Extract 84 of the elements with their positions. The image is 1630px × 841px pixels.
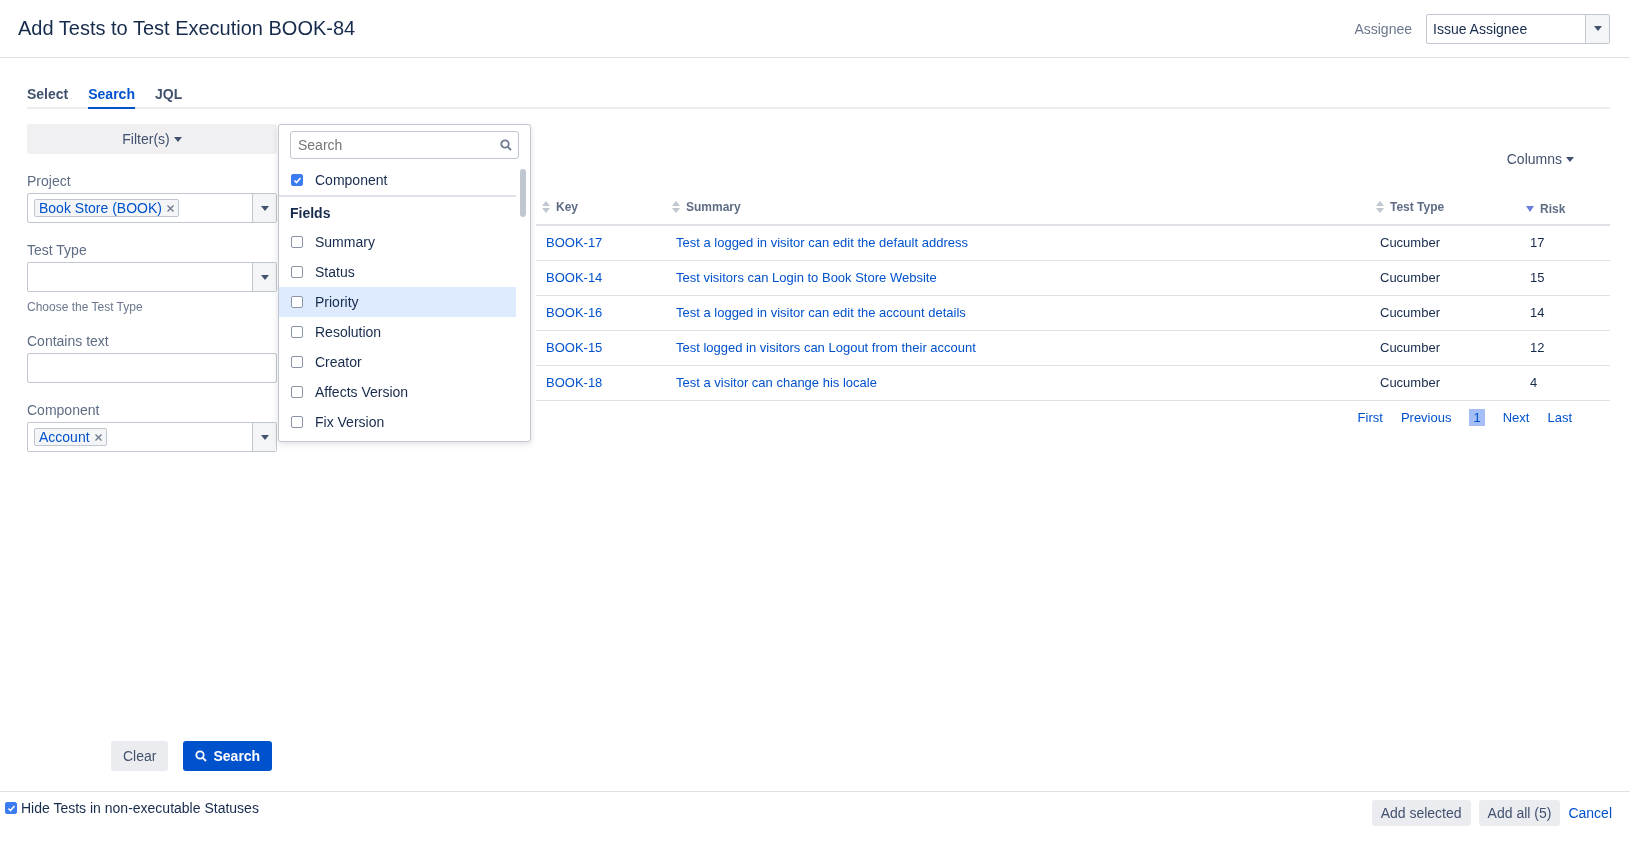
table-cell: Cucumber [1380,305,1440,320]
last-page-link[interactable]: Last [1547,409,1572,425]
checkbox[interactable] [291,174,303,186]
cancel-link[interactable]: Cancel [1568,805,1612,821]
table-cell: 15 [1530,270,1545,285]
next-page-link[interactable]: Next [1502,409,1530,425]
column-header[interactable]: Summary [666,192,1370,225]
assignee-label: Assignee [1354,20,1412,37]
issue-key-link[interactable]: BOOK-16 [546,305,603,320]
menu-item[interactable]: Creator [279,347,516,377]
search-field[interactable]: Search [290,131,519,159]
table-cell: Cucumber [1380,235,1440,251]
caret-icon [173,136,182,142]
table-cell: Cucumber [1380,375,1440,390]
table-cell: 4 [1530,375,1538,390]
hide-tests-checkbox[interactable]: Hide Tests in non-executable Statuses [5,800,259,816]
dialog-title: Add Tests to Test Execution BOOK-84 [18,17,356,40]
remove-icon[interactable] [94,433,102,441]
field-label: Component [27,402,101,418]
checkbox[interactable] [291,386,303,398]
columns-button[interactable]: Columns [1500,150,1580,168]
summary-link[interactable]: Test logged in visitors can Logout from their account [676,340,976,355]
checkbox[interactable] [291,266,303,278]
assignee-select[interactable]: Issue Assignee [1426,13,1610,44]
menu-item[interactable]: Summary [279,227,516,257]
summary-link[interactable]: Test a logged in visitor can edit the account details [676,305,966,320]
menu-item[interactable]: Component [279,165,516,195]
tab[interactable]: Search [88,80,135,109]
tag-select-field[interactable]: Book Store (BOOK) [27,193,277,223]
table-cell: 12 [1530,340,1545,355]
field-help-text: Choose the Test Type [27,300,144,314]
checkbox[interactable] [291,326,303,338]
search-icon [195,750,208,762]
caret-icon [260,205,269,211]
caret-icon [1593,26,1602,31]
scrollbar-thumb[interactable] [520,169,526,217]
add-selected-button[interactable]: Add selected [1371,800,1471,826]
field-label: Test Type [27,242,88,258]
checkbox[interactable] [291,416,303,428]
summary-link[interactable]: Test a logged in visitor can edit the default address [676,235,968,251]
table-cell: Cucumber [1380,340,1440,355]
menu-item[interactable]: Status [279,257,516,287]
issue-key-link[interactable]: BOOK-14 [546,270,603,285]
search-icon [500,139,512,151]
field-label: Contains text [27,333,110,349]
column-header[interactable]: Risk [1520,192,1610,225]
search-button[interactable]: Search [183,741,273,771]
remove-icon[interactable] [166,204,174,212]
checkbox[interactable] [291,296,303,308]
checkbox[interactable] [291,356,303,368]
menu-item[interactable]: Priority [279,287,516,317]
tab[interactable]: Select [27,80,69,109]
column-header[interactable]: Key [536,192,666,225]
menu-item[interactable]: Affects Version [279,377,516,407]
issue-key-link[interactable]: BOOK-15 [546,340,603,355]
field-label: Project [27,173,72,189]
caret-icon [260,274,269,280]
first-page-link[interactable]: First [1357,409,1383,425]
filters-button[interactable]: Filter(s) [27,124,277,154]
tag: Account [34,428,107,446]
table-cell: 17 [1530,235,1545,251]
checkbox[interactable] [291,236,303,248]
input-field[interactable] [27,353,277,383]
page-link[interactable]: 1 [1469,408,1485,426]
section-heading: Fields [289,204,332,223]
caret-icon [1566,156,1574,162]
summary-link[interactable]: Test visitors can Login to Book Store Website [676,270,937,285]
caret-icon [260,434,269,440]
tag: Book Store (BOOK) [34,199,179,217]
table-cell: 14 [1530,305,1545,320]
column-header[interactable]: Test Type [1370,192,1520,225]
previous-page-link[interactable]: Previous [1400,409,1452,425]
clear-button[interactable]: Clear [111,741,169,771]
select-field[interactable] [27,262,277,292]
issue-key-link[interactable]: BOOK-18 [546,375,603,390]
add-all-button[interactable]: Add all (5) [1478,800,1561,826]
menu-item[interactable]: Resolution [279,317,516,347]
tag-select-field[interactable]: Account [27,422,277,452]
menu-item[interactable]: Fix Version [279,407,516,437]
tab[interactable]: JQL [154,80,183,109]
table-cell: Cucumber [1380,270,1440,285]
summary-link[interactable]: Test a visitor can change his locale [676,375,877,390]
checkbox[interactable] [5,802,17,814]
issue-key-link[interactable]: BOOK-17 [546,235,603,251]
